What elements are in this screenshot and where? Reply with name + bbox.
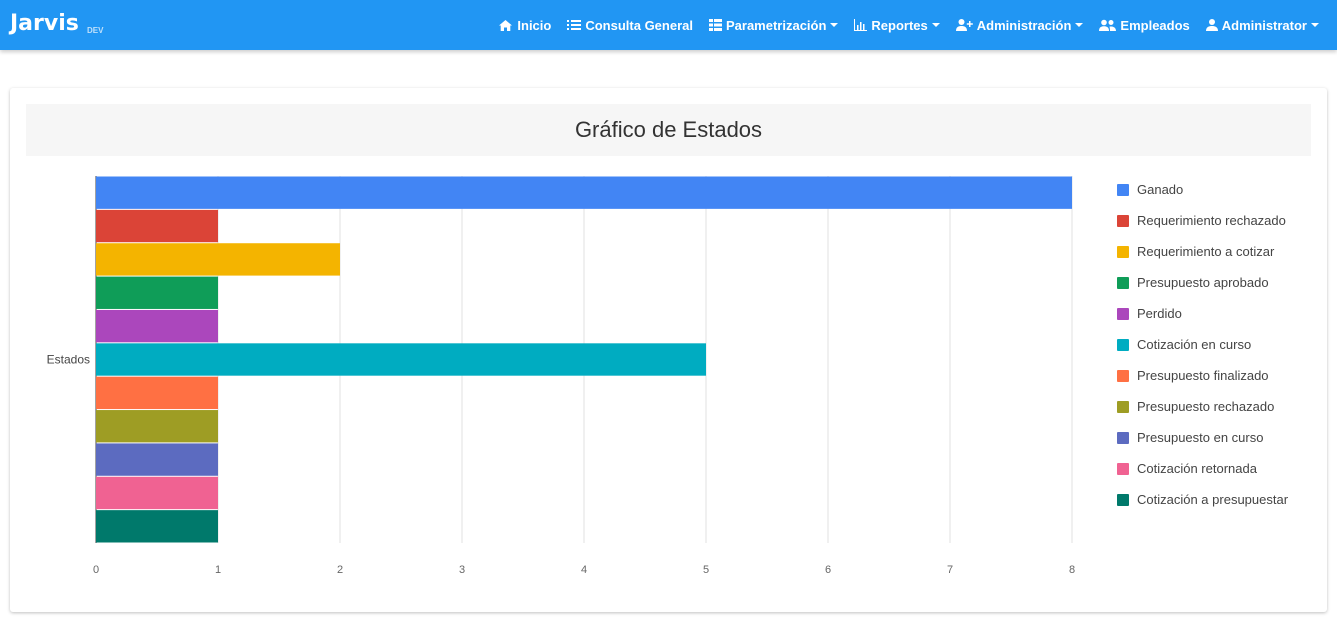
bar-cotizaci-n-a-presupuestar[interactable] xyxy=(96,510,218,543)
nav-item-consulta-general[interactable]: Consulta General xyxy=(567,18,693,33)
y-category-label: Estados xyxy=(47,353,90,367)
legend-label: Requerimiento a cotizar xyxy=(1137,244,1275,259)
legend-swatch xyxy=(1117,307,1129,320)
legend-label: Cotización en curso xyxy=(1137,337,1252,352)
legend-item[interactable]: Cotización en curso xyxy=(1117,329,1288,360)
legend-item[interactable]: Perdido xyxy=(1117,298,1288,329)
legend-label: Presupuesto finalizado xyxy=(1137,368,1269,383)
user-icon xyxy=(1205,19,1218,31)
nav-item-inicio[interactable]: Inicio xyxy=(498,18,551,33)
bar-presupuesto-rechazado[interactable] xyxy=(96,410,218,443)
legend-swatch xyxy=(1117,493,1129,506)
chart-legend: Ganado Requerimiento rechazado Requerimien… xyxy=(1117,174,1288,515)
legend-label: Cotización a presupuestar xyxy=(1137,492,1289,507)
x-tick-label: 4 xyxy=(581,564,587,576)
legend-swatch xyxy=(1117,338,1129,351)
x-tick-label: 8 xyxy=(1069,564,1075,576)
x-tick-label: 0 xyxy=(93,564,99,576)
nav-item-parametrizacion[interactable]: Parametrización xyxy=(708,17,839,33)
x-tick-label: 2 xyxy=(337,564,343,576)
top-navbar: Jarvis DEV Inicio Consulta General Param… xyxy=(0,0,1337,50)
legend-label: Presupuesto aprobado xyxy=(1137,275,1269,290)
user-plus-icon xyxy=(955,19,973,31)
nav-item-administrator[interactable]: Administrator xyxy=(1205,17,1319,33)
bar-presupuesto-aprobado[interactable] xyxy=(96,276,218,309)
chevron-down-icon xyxy=(931,23,940,27)
x-tick-label: 7 xyxy=(947,564,953,576)
chevron-down-icon xyxy=(1075,23,1084,27)
bar-requerimiento-rechazado[interactable] xyxy=(96,209,218,243)
legend-item[interactable]: Presupuesto en curso xyxy=(1117,422,1288,453)
nav-label-parametrizacion: Parametrización xyxy=(725,17,827,33)
legend-item[interactable]: Presupuesto finalizado xyxy=(1117,360,1288,391)
nav-label-reportes: Reportes xyxy=(871,17,928,33)
bar-cotizaci-n-retornada[interactable] xyxy=(96,476,218,510)
legend-item[interactable]: Ganado xyxy=(1117,174,1288,205)
legend-label: Presupuesto en curso xyxy=(1137,430,1264,445)
nav-label-empleados: Empleados xyxy=(1120,17,1190,33)
legend-item[interactable]: Cotización retornada xyxy=(1117,453,1288,484)
chevron-down-icon xyxy=(1311,23,1319,27)
x-tick-label: 3 xyxy=(459,564,465,576)
legend-label: Perdido xyxy=(1137,306,1182,321)
env-badge: DEV xyxy=(87,26,104,35)
legend-item[interactable]: Presupuesto rechazado xyxy=(1117,391,1288,422)
legend-label: Ganado xyxy=(1137,182,1184,197)
legend-swatch xyxy=(1117,245,1129,258)
x-tick-label: 1 xyxy=(215,564,221,576)
bar-ganado[interactable] xyxy=(96,176,1072,209)
nav-label-administrator: Administrator xyxy=(1221,17,1307,33)
legend-swatch xyxy=(1117,462,1129,475)
brand-logo[interactable]: Jarvis xyxy=(10,11,79,36)
legend-label: Presupuesto rechazado xyxy=(1137,399,1275,414)
legend-item[interactable]: Requerimiento a cotizar xyxy=(1117,236,1288,267)
state-bar-chart: 0 1 2 3 4 5 6 7 8 Estados xyxy=(47,176,1075,576)
x-tick-label: 6 xyxy=(825,564,831,576)
main-nav: Inicio Consulta General Parametrización … xyxy=(482,0,1319,50)
legend-swatch xyxy=(1117,183,1129,196)
nav-label-administracion: Administración xyxy=(976,17,1072,33)
bar-requerimiento-a-cotizar[interactable] xyxy=(96,243,340,276)
legend-item[interactable]: Requerimiento rechazado xyxy=(1117,205,1288,236)
legend-item[interactable]: Presupuesto aprobado xyxy=(1117,267,1288,298)
home-icon xyxy=(499,19,513,31)
nav-item-reportes[interactable]: Reportes xyxy=(854,17,940,33)
table-icon xyxy=(708,19,722,31)
x-tick-label: 5 xyxy=(703,564,709,576)
chart-card: Gráfico de Estados 0 1 2 3 4 5 6 7 8 Estados Gana… xyxy=(10,88,1327,612)
legend-swatch xyxy=(1117,400,1129,413)
legend-item[interactable]: Cotización a presupuestar xyxy=(1117,484,1288,515)
legend-swatch xyxy=(1117,214,1129,227)
legend-label: Requerimiento rechazado xyxy=(1137,213,1286,228)
legend-swatch xyxy=(1117,276,1129,289)
nav-label-inicio: Inicio xyxy=(517,17,552,33)
bar-chart-icon xyxy=(854,19,868,31)
chevron-down-icon xyxy=(830,23,839,27)
bar-cotizaci-n-en-curso[interactable] xyxy=(96,343,706,376)
list-icon xyxy=(567,20,582,30)
nav-item-empleados[interactable]: Empleados xyxy=(1099,17,1190,33)
legend-swatch xyxy=(1117,369,1129,382)
bar-presupuesto-en-curso[interactable] xyxy=(96,443,218,476)
users-icon xyxy=(1099,19,1117,31)
nav-item-administracion[interactable]: Administración xyxy=(955,17,1084,33)
legend-swatch xyxy=(1117,431,1129,444)
legend-label: Cotización retornada xyxy=(1137,461,1257,476)
bar-perdido[interactable] xyxy=(96,309,218,343)
bar-presupuesto-finalizado[interactable] xyxy=(96,376,218,410)
nav-label-consulta-general: Consulta General xyxy=(585,17,693,33)
